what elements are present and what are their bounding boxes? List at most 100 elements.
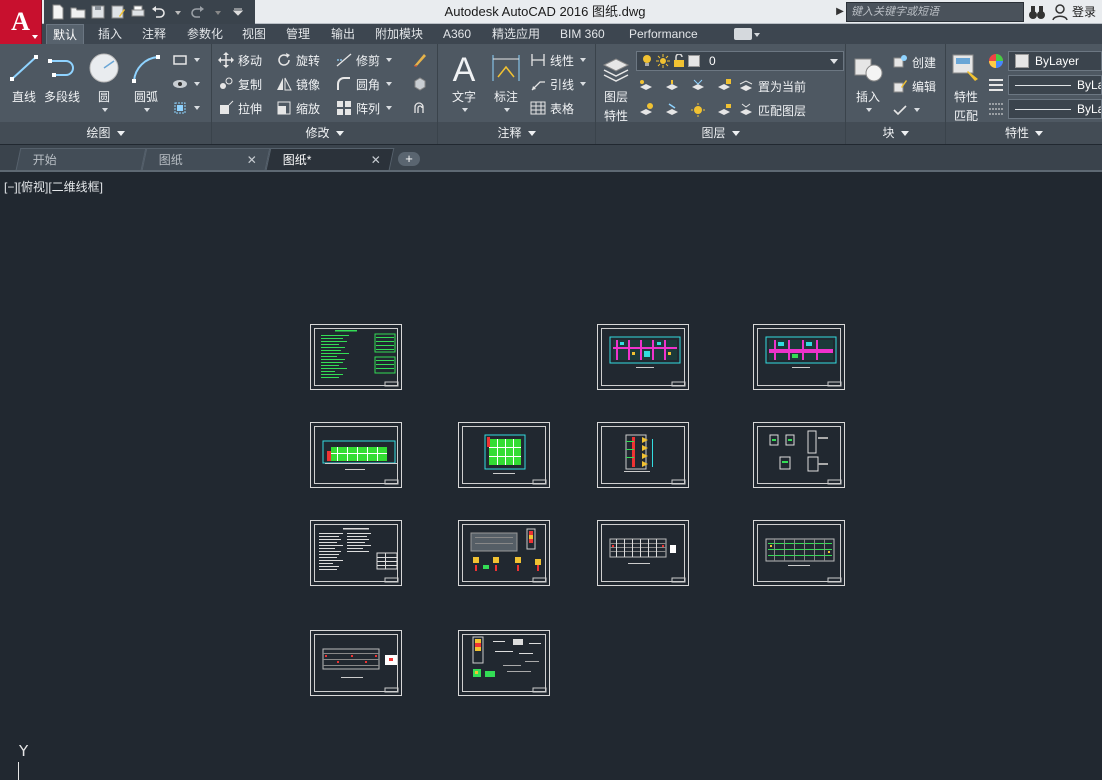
create-block-button[interactable]: 创建 [892,52,936,72]
ribbon-minimize-icon[interactable] [734,28,752,40]
tab-a360[interactable]: A360 [437,24,477,44]
close-icon[interactable]: ✕ [371,149,381,171]
search-expand-icon[interactable]: ▶ [834,3,846,21]
tab-manage[interactable]: 管理 [280,24,316,44]
drawing-sheet[interactable] [597,422,689,488]
application-menu-button[interactable]: A [0,0,42,44]
tab-default[interactable]: 默认 [46,24,85,44]
drawing-sheet[interactable] [310,324,402,390]
chevron-down-icon[interactable] [144,108,150,112]
dimension-button[interactable]: 标注 [490,50,522,112]
tab-annotate[interactable]: 注释 [136,24,172,44]
viewport-controls[interactable]: [−][俯视][二维线框] [4,178,103,195]
layer-tool-6[interactable] [664,100,680,120]
undo-dropdown-icon[interactable] [170,4,186,20]
drawing-sheet[interactable] [310,520,402,586]
explode-button[interactable] [412,74,428,94]
tab-view[interactable]: 视图 [236,24,272,44]
tab-bim360[interactable]: BIM 360 [554,24,611,44]
file-tab-drawing-active[interactable]: 图纸* ✕ [265,148,395,171]
boundary-button[interactable] [172,98,200,118]
layer-properties-button[interactable]: 图层 特性 [600,50,632,124]
tab-insert[interactable]: 插入 [92,24,128,44]
line-button[interactable]: 直线 [8,50,40,105]
drawing-sheet[interactable] [753,422,845,488]
offset-button[interactable] [412,98,428,118]
drawing-sheet[interactable] [458,520,550,586]
layer-dropdown[interactable]: 0 [636,51,844,71]
redo-dropdown-icon[interactable] [210,4,226,20]
drawing-sheet[interactable] [753,520,845,586]
tab-parametric[interactable]: 参数化 [181,24,229,44]
move-button[interactable]: 移动 [218,50,262,70]
layer-tool-4[interactable] [716,76,732,96]
annotation-panel-title[interactable]: 注释 [438,122,595,144]
login-link[interactable]: 登录 [1072,0,1096,24]
tab-addins[interactable]: 附加模块 [369,24,429,44]
save-icon[interactable] [90,4,106,20]
chevron-down-icon[interactable] [102,108,108,112]
customize-toolbar-icon[interactable] [230,4,246,20]
drawing-sheet[interactable] [310,422,402,488]
edit-block-button[interactable]: 编辑 [892,76,936,96]
fillet-button[interactable]: 圆角 [336,74,393,94]
print-icon[interactable] [130,4,146,20]
layer-tool-7[interactable] [690,100,706,120]
drawing-sheet[interactable] [458,630,550,696]
file-tab-start[interactable]: 开始 [15,148,147,170]
open-folder-icon[interactable] [70,4,86,20]
layer-tool-8[interactable] [716,100,732,120]
set-current-layer-button[interactable]: 置为当前 [738,76,806,96]
tab-featured-apps[interactable]: 精选应用 [486,24,546,44]
new-tab-button[interactable]: + [398,152,420,166]
binoculars-icon[interactable] [1028,3,1046,21]
rectangle-button[interactable] [172,50,200,70]
save-as-icon[interactable] [110,4,126,20]
block-panel-title[interactable]: 块 [846,122,945,144]
drawing-sheet[interactable] [458,422,550,488]
file-tab-drawing[interactable]: 图纸 ✕ [141,148,271,171]
layers-panel-title[interactable]: 图层 [596,122,845,144]
hatch-button[interactable] [172,74,200,94]
insert-block-button[interactable]: 插入 [852,50,884,112]
drawing-canvas[interactable] [0,200,1102,780]
layer-tool-5[interactable] [638,100,654,120]
layer-tool-2[interactable] [664,76,680,96]
linear-dimension-button[interactable]: 线性 [530,50,587,70]
drawing-sheet[interactable] [753,324,845,390]
tab-output[interactable]: 输出 [325,24,361,44]
leader-button[interactable]: 引线 [530,74,587,94]
polyline-button[interactable]: 多段线 [44,50,80,105]
chevron-down-icon[interactable] [866,108,872,112]
arc-button[interactable]: 圆弧 [130,50,162,112]
circle-button[interactable]: 圆 [88,50,120,112]
search-input[interactable] [846,2,1024,22]
lineweight-dropdown[interactable]: ByLa [1008,99,1102,119]
chevron-down-icon[interactable] [462,108,468,112]
mirror-button[interactable]: 镜像 [276,74,320,94]
match-properties-button[interactable]: 特性 匹配 [950,50,982,124]
drawing-sheet[interactable] [597,520,689,586]
close-icon[interactable]: ✕ [247,149,257,171]
redo-icon[interactable] [190,4,206,20]
color-dropdown[interactable]: ByLayer [1008,51,1102,71]
chevron-down-icon[interactable] [754,33,760,37]
erase-button[interactable] [412,50,428,70]
trim-button[interactable]: 修剪 [336,50,393,70]
new-file-icon[interactable] [50,4,66,20]
chevron-down-icon[interactable] [504,108,510,112]
rotate-button[interactable]: 旋转 [276,50,320,70]
modify-panel-title[interactable]: 修改 [212,122,437,144]
undo-icon[interactable] [150,4,166,20]
stretch-button[interactable]: 拉伸 [218,98,262,118]
copy-button[interactable]: 复制 [218,74,262,94]
tab-performance[interactable]: Performance [623,24,704,44]
scale-button[interactable]: 缩放 [276,98,320,118]
drawing-sheet[interactable] [597,324,689,390]
layer-tool-3[interactable] [690,76,706,96]
match-layer-button[interactable]: 匹配图层 [738,100,806,120]
draw-panel-title[interactable]: 绘图 [0,122,211,144]
array-button[interactable]: 阵列 [336,98,393,118]
block-attribute-button[interactable] [892,100,920,120]
linetype-dropdown[interactable]: ByLa [1008,75,1102,95]
